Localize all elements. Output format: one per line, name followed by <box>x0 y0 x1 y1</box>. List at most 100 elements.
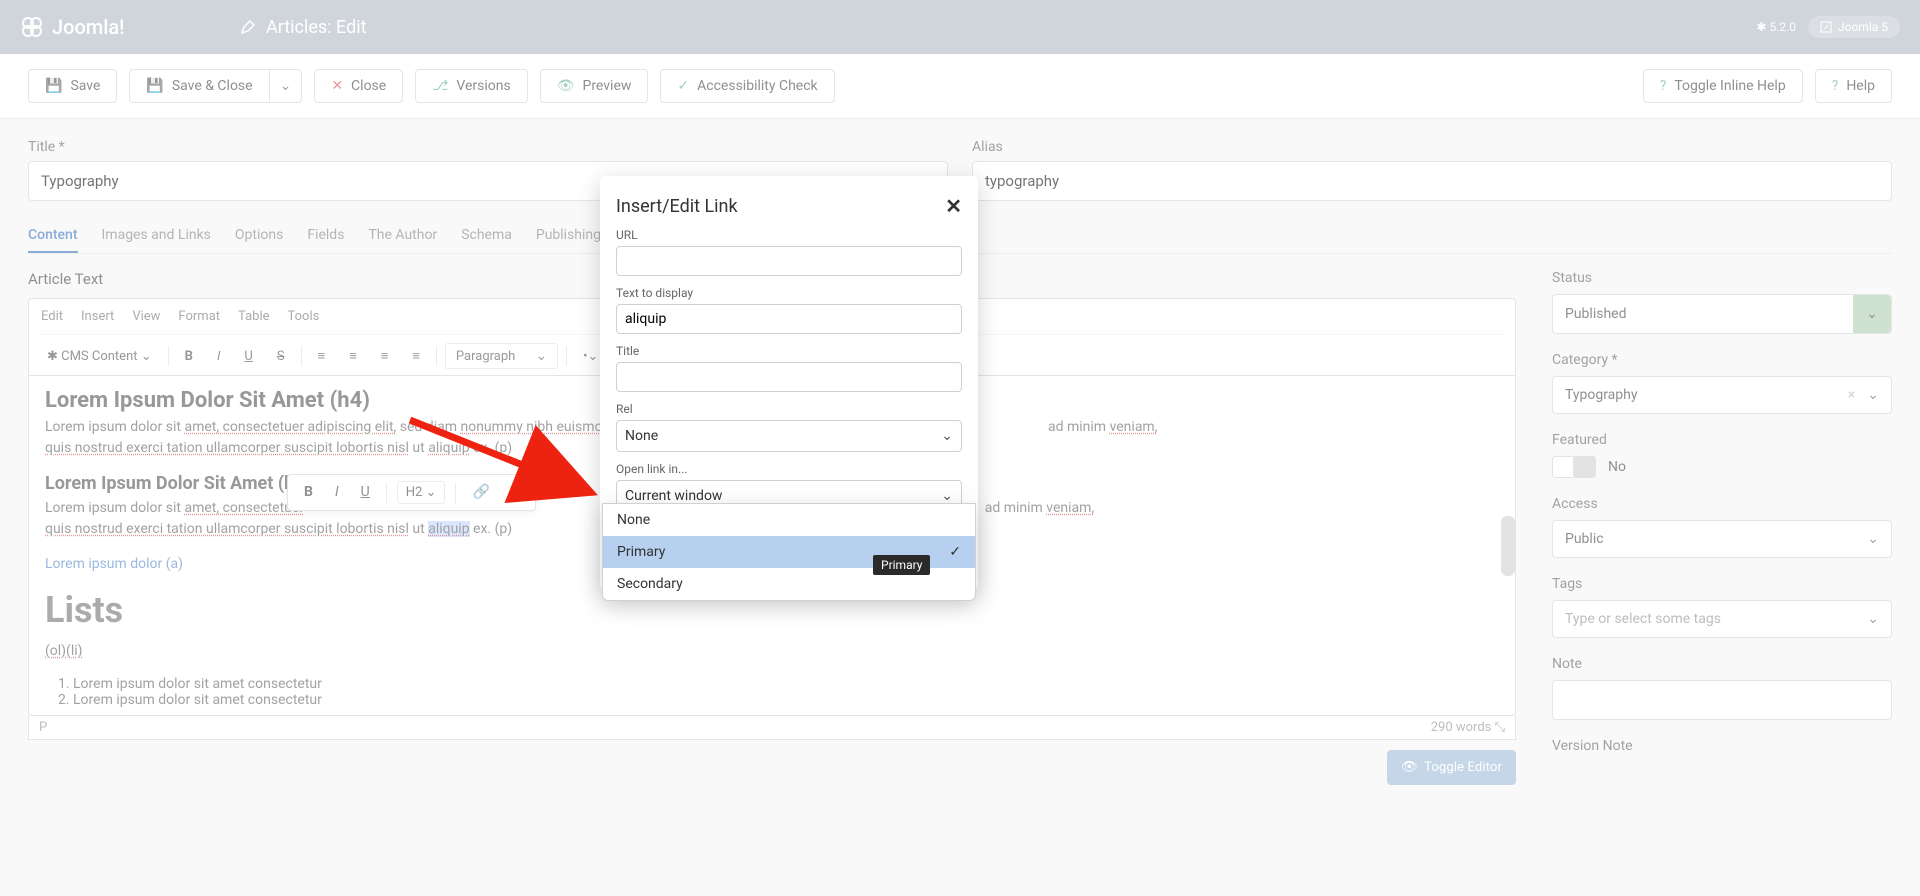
action-toolbar: 💾Save 💾Save & Close ✕Close ⎇Versions 👁Pr… <box>0 54 1920 119</box>
note-label: Note <box>1552 656 1892 672</box>
underline-icon[interactable]: U <box>236 345 260 368</box>
list-item: Lorem ipsum dolor sit amet consectetur <box>73 676 1499 692</box>
text-display-input[interactable] <box>616 304 962 334</box>
menu-format[interactable]: Format <box>178 309 220 324</box>
editor-path: P <box>39 720 47 735</box>
floating-format-bar: B I U H2 ⌄ 🔗 ❝ <box>287 474 536 511</box>
check-icon: ✓ <box>949 544 961 560</box>
brand-text: Joomla! <box>52 15 124 39</box>
rel-select[interactable]: None <box>616 420 962 452</box>
bold-icon[interactable]: B <box>177 345 201 368</box>
external-link-icon <box>1820 21 1832 33</box>
chevron-down-icon <box>941 428 953 444</box>
chevron-down-icon <box>1867 387 1879 403</box>
content-ordered-list: Lorem ipsum dolor sit amet consectetur L… <box>73 676 1499 708</box>
align-left-icon[interactable]: ≡ <box>310 344 334 368</box>
featured-value: No <box>1608 459 1626 475</box>
link-title-label: Title <box>616 344 962 358</box>
product-pill[interactable]: Joomla 5 <box>1808 16 1900 38</box>
editor-word-count: 290 words ⤡ <box>1431 720 1505 735</box>
float-heading-dropdown[interactable]: H2 ⌄ <box>397 481 446 504</box>
tab-publishing[interactable]: Publishing <box>536 219 601 253</box>
menu-view[interactable]: View <box>132 309 160 324</box>
chevron-down-icon <box>280 78 292 94</box>
open-link-label: Open link in... <box>616 462 962 476</box>
title-label: Title * <box>28 139 948 155</box>
url-label: URL <box>616 228 962 242</box>
tab-options[interactable]: Options <box>235 219 283 253</box>
status-select[interactable]: Published ⌄ <box>1552 294 1892 334</box>
class-tooltip: Primary <box>873 555 930 575</box>
dialog-title: Insert/Edit Link <box>616 196 738 217</box>
chevron-down-icon: ⌄ <box>1853 295 1891 333</box>
page-title-text: Articles: Edit <box>266 17 367 38</box>
version-badge: ✱ 5.2.0 <box>1756 20 1796 34</box>
menu-tools[interactable]: Tools <box>288 309 320 324</box>
tab-schema[interactable]: Schema <box>461 219 512 253</box>
float-link-icon[interactable]: 🔗 <box>466 481 495 504</box>
align-right-icon[interactable]: ≡ <box>373 344 397 368</box>
italic-icon[interactable]: I <box>209 345 228 368</box>
cms-content-button[interactable]: ✱ CMS Content ⌄ <box>39 345 160 368</box>
toggle-editor-button[interactable]: 👁 Toggle Editor <box>1387 750 1516 785</box>
close-button[interactable]: ✕Close <box>314 69 403 103</box>
versions-button[interactable]: ⎇Versions <box>415 69 528 103</box>
float-quote-icon[interactable]: ❝ <box>506 481 526 504</box>
link-title-input[interactable] <box>616 362 962 392</box>
version-note-label: Version Note <box>1552 738 1892 754</box>
brand-logo: Joomla! <box>20 15 240 39</box>
chevron-down-icon <box>941 488 953 504</box>
pencil-icon <box>240 19 256 35</box>
menu-insert[interactable]: Insert <box>81 309 114 324</box>
tab-images-links[interactable]: Images and Links <box>102 219 211 253</box>
close-icon[interactable]: ✕ <box>945 194 962 218</box>
page-heading: Articles: Edit <box>240 17 367 38</box>
preview-button[interactable]: 👁Preview <box>540 69 649 103</box>
alias-label: Alias <box>972 139 1892 155</box>
category-label: Category * <box>1552 352 1892 368</box>
menu-table[interactable]: Table <box>238 309 269 324</box>
featured-label: Featured <box>1552 432 1892 448</box>
align-justify-icon[interactable]: ≡ <box>404 344 428 368</box>
tab-author[interactable]: The Author <box>368 219 437 253</box>
strike-icon[interactable]: S <box>269 345 293 368</box>
sidebar: Status Published ⌄ Category * Typography… <box>1552 270 1892 785</box>
a11y-check-button[interactable]: ✓Accessibility Check <box>660 69 834 103</box>
featured-toggle[interactable] <box>1552 456 1596 478</box>
chevron-down-icon <box>1867 531 1879 547</box>
content-olli: (ol)(li) <box>45 641 1499 662</box>
alias-input[interactable] <box>972 161 1892 201</box>
save-button[interactable]: 💾Save <box>28 69 117 103</box>
tab-content[interactable]: Content <box>28 219 78 253</box>
chevron-down-icon <box>1867 611 1879 627</box>
url-input[interactable] <box>616 246 962 276</box>
help-button[interactable]: ?Help <box>1815 69 1892 103</box>
category-select[interactable]: Typography × <box>1552 376 1892 414</box>
tags-label: Tags <box>1552 576 1892 592</box>
paragraph-dropdown[interactable]: Paragraph <box>445 343 558 369</box>
align-center-icon[interactable]: ≡ <box>341 344 365 368</box>
class-dropdown-list: None Primary✓ Secondary <box>602 503 976 601</box>
status-label: Status <box>1552 270 1892 286</box>
editor-scrollbar[interactable] <box>1501 516 1515 576</box>
save-close-group: 💾Save & Close <box>129 69 302 103</box>
float-bold-icon[interactable]: B <box>298 481 319 504</box>
float-underline-icon[interactable]: U <box>355 481 376 504</box>
access-select[interactable]: Public <box>1552 520 1892 558</box>
toggle-inline-help-button[interactable]: ?Toggle Inline Help <box>1643 69 1803 103</box>
topbar-right: ✱ 5.2.0 Joomla 5 <box>1756 16 1900 38</box>
note-input[interactable] <box>1552 680 1892 720</box>
editor-status-bar: P 290 words ⤡ <box>28 716 1516 740</box>
tab-fields[interactable]: Fields <box>307 219 344 253</box>
topbar: Joomla! Articles: Edit ✱ 5.2.0 Joomla 5 <box>0 0 1920 54</box>
list-item: Lorem ipsum dolor sit amet consectetur <box>73 692 1499 708</box>
rel-label: Rel <box>616 402 962 416</box>
access-label: Access <box>1552 496 1892 512</box>
save-close-caret[interactable] <box>269 69 303 103</box>
class-option-none[interactable]: None <box>603 504 975 536</box>
float-italic-icon[interactable]: I <box>329 481 345 504</box>
joomla-icon <box>20 15 44 39</box>
save-close-button[interactable]: 💾Save & Close <box>129 69 268 103</box>
menu-edit[interactable]: Edit <box>41 309 63 324</box>
tags-select[interactable]: Type or select some tags <box>1552 600 1892 638</box>
